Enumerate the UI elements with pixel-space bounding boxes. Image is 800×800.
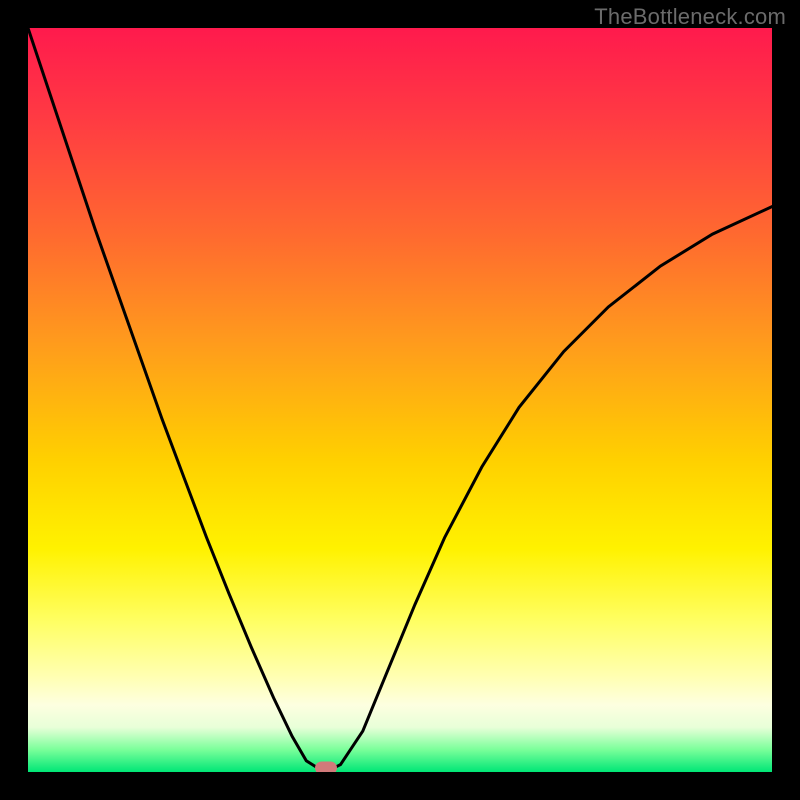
bottleneck-curve xyxy=(28,28,772,772)
optimum-marker xyxy=(315,762,337,772)
plot-area xyxy=(28,28,772,772)
watermark-text: TheBottleneck.com xyxy=(594,4,786,30)
chart-frame: TheBottleneck.com xyxy=(0,0,800,800)
